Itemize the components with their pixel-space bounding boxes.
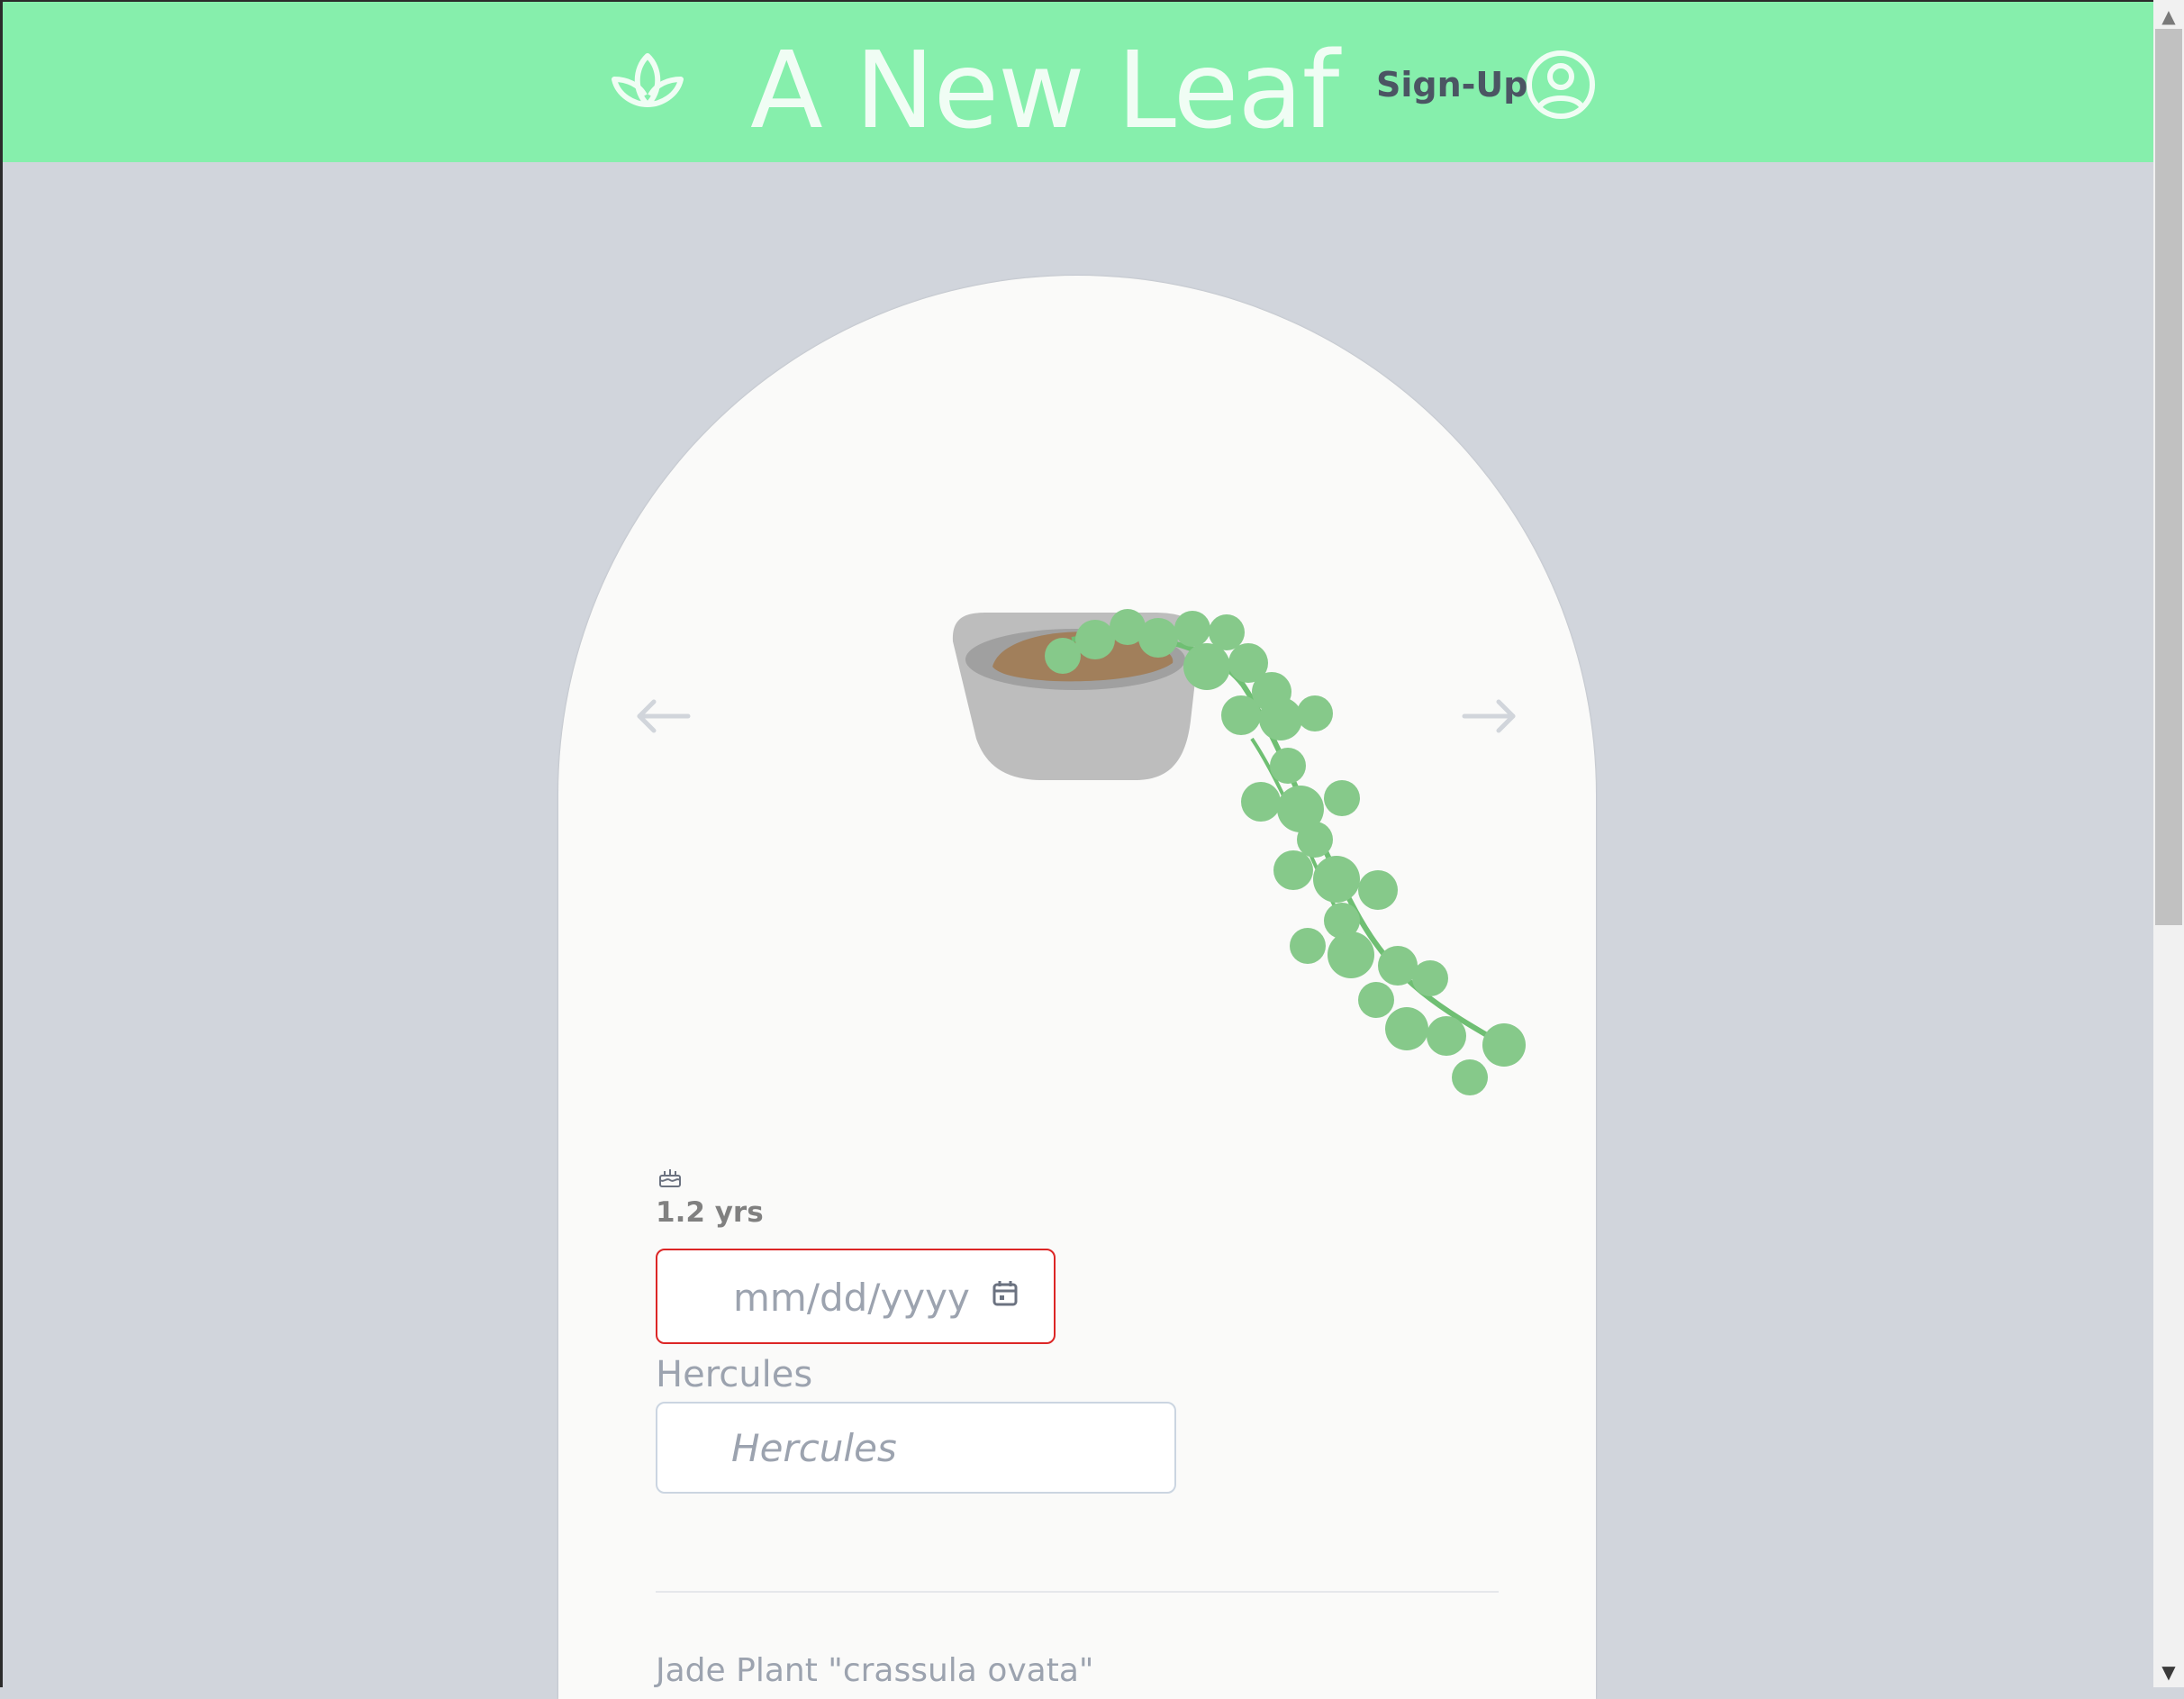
plant-age: 1.2 yrs — [656, 1196, 764, 1229]
user-circle-icon[interactable] — [1525, 49, 1597, 121]
date-placeholder: mm/dd/yyyy — [733, 1276, 970, 1320]
section-divider — [656, 1591, 1499, 1593]
top-header: A New Leaf Sign-Up — [3, 2, 2153, 162]
scrollbar-thumb[interactable] — [2155, 29, 2182, 925]
scroll-up-arrow-icon[interactable]: ▲ — [2153, 0, 2184, 29]
calendar-icon[interactable] — [991, 1279, 1020, 1308]
arrow-left-icon[interactable] — [634, 698, 692, 734]
scroll-down-arrow-icon[interactable]: ▼ — [2153, 1658, 2184, 1687]
cake-icon — [659, 1169, 681, 1187]
sign-up-link[interactable]: Sign-Up — [1376, 59, 1527, 110]
plant-species: Jade Plant "crassula ovata" — [656, 1652, 1094, 1689]
name-placeholder: Hercules — [731, 1426, 897, 1470]
plant-name-input[interactable]: Hercules — [656, 1402, 1176, 1494]
plant-image — [952, 609, 1526, 1095]
plant-name-label: Hercules — [656, 1354, 813, 1395]
birthdate-input[interactable]: mm/dd/yyyy — [656, 1249, 1056, 1344]
lotus-leaf-icon — [612, 53, 684, 107]
app-title: A New Leaf — [750, 28, 1339, 152]
